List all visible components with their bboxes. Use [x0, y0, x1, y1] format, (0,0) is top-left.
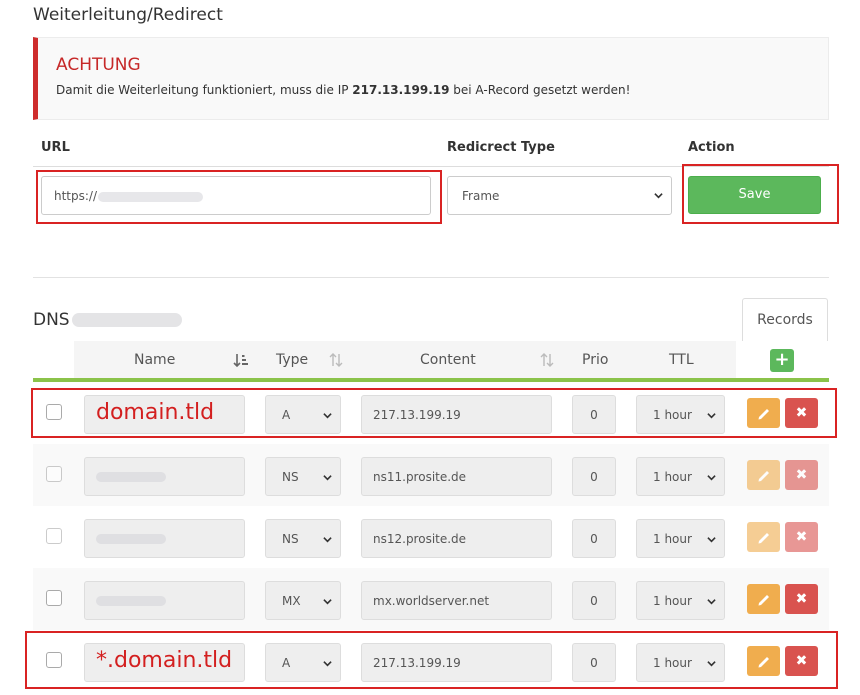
section-title-dns: DNS [33, 310, 70, 330]
section-title-redirect: Weiterleitung/Redirect [33, 5, 223, 25]
delete-button[interactable]: ✖ [785, 460, 818, 490]
edit-button[interactable] [747, 460, 780, 490]
highlight-save [682, 164, 839, 224]
redacted-name [96, 596, 166, 606]
delete-button[interactable]: ✖ [785, 584, 818, 614]
column-header-content[interactable]: Content [420, 352, 476, 368]
chevron-down-icon [707, 599, 716, 605]
redirect-type-value: Frame [462, 189, 500, 203]
alert-text: Damit die Weiterleitung funktioniert, mu… [56, 83, 630, 97]
tab-records[interactable]: Records [742, 298, 828, 341]
section-divider [33, 277, 829, 278]
record-ttl-value: 1 hour [653, 532, 692, 546]
row-checkbox[interactable] [46, 590, 62, 606]
record-ttl-select[interactable]: 1 hour [636, 519, 725, 558]
record-type-value: MX [282, 594, 301, 608]
edit-button[interactable] [747, 584, 780, 614]
redacted-name [96, 534, 166, 544]
record-prio-field[interactable]: 0 [572, 519, 616, 558]
column-header-redirect-type: Redicrect Type [447, 140, 555, 155]
table-row: NS ns11.prosite.de 0 1 hour ✖ [33, 444, 829, 506]
alert-title: ACHTUNG [56, 55, 141, 75]
chevron-down-icon [654, 193, 663, 199]
chevron-down-icon [323, 599, 332, 605]
record-type-select[interactable]: NS [265, 519, 341, 558]
alert-ip: 217.13.199.19 [352, 83, 450, 97]
record-name-field[interactable] [84, 457, 245, 496]
record-content-field[interactable]: mx.worldserver.net [361, 581, 552, 620]
pencil-icon [758, 471, 769, 482]
delete-icon: ✖ [795, 591, 808, 607]
sort-type-icon[interactable] [329, 353, 343, 367]
record-name-field[interactable] [84, 519, 245, 558]
record-type-value: NS [282, 470, 299, 484]
warning-alert: ACHTUNG Damit die Weiterleitung funktion… [33, 37, 829, 120]
row-checkbox[interactable] [46, 466, 62, 482]
delete-icon: ✖ [795, 467, 808, 483]
record-ttl-value: 1 hour [653, 594, 692, 608]
column-header-ttl: TTL [669, 352, 694, 368]
alert-text-before: Damit die Weiterleitung funktioniert, mu… [56, 83, 353, 97]
redirect-type-select[interactable]: Frame [447, 176, 672, 215]
record-ttl-value: 1 hour [653, 470, 692, 484]
record-prio-field[interactable]: 0 [572, 581, 616, 620]
chevron-down-icon [707, 537, 716, 543]
record-type-select[interactable]: NS [265, 457, 341, 496]
alert-text-after: bei A-Record gesetzt werden! [449, 83, 631, 97]
edit-button[interactable] [747, 522, 780, 552]
chevron-down-icon [323, 475, 332, 481]
record-prio-field[interactable]: 0 [572, 457, 616, 496]
add-record-button[interactable]: + [770, 349, 794, 372]
column-header-prio: Prio [582, 352, 609, 368]
record-type-select[interactable]: MX [265, 581, 341, 620]
table-row: NS ns12.prosite.de 0 1 hour ✖ [33, 506, 829, 568]
record-ttl-select[interactable]: 1 hour [636, 457, 725, 496]
chevron-down-icon [323, 537, 332, 543]
record-ttl-select[interactable]: 1 hour [636, 581, 725, 620]
sort-content-icon[interactable] [540, 353, 554, 367]
column-header-type[interactable]: Type [276, 352, 308, 368]
chevron-down-icon [707, 475, 716, 481]
column-header-name[interactable]: Name [134, 352, 175, 368]
highlight-row-wildcard [25, 631, 838, 689]
highlight-url [36, 170, 442, 224]
redacted-domain [72, 313, 182, 327]
table-row: MX mx.worldserver.net 0 1 hour ✖ [33, 568, 829, 630]
record-type-value: NS [282, 532, 299, 546]
row-checkbox[interactable] [46, 528, 62, 544]
delete-icon: ✖ [795, 529, 808, 545]
record-name-field[interactable] [84, 581, 245, 620]
column-header-url: URL [41, 140, 70, 155]
pencil-icon [758, 595, 769, 606]
delete-button[interactable]: ✖ [785, 522, 818, 552]
pencil-icon [758, 533, 769, 544]
table-header-checkbox-cell [33, 341, 74, 379]
plus-icon: + [774, 349, 790, 370]
record-content-field[interactable]: ns12.prosite.de [361, 519, 552, 558]
column-header-action: Action [688, 140, 735, 155]
sort-name-icon[interactable] [233, 353, 249, 368]
redacted-name [96, 472, 166, 482]
highlight-row-domain [31, 388, 837, 438]
record-content-field[interactable]: ns11.prosite.de [361, 457, 552, 496]
